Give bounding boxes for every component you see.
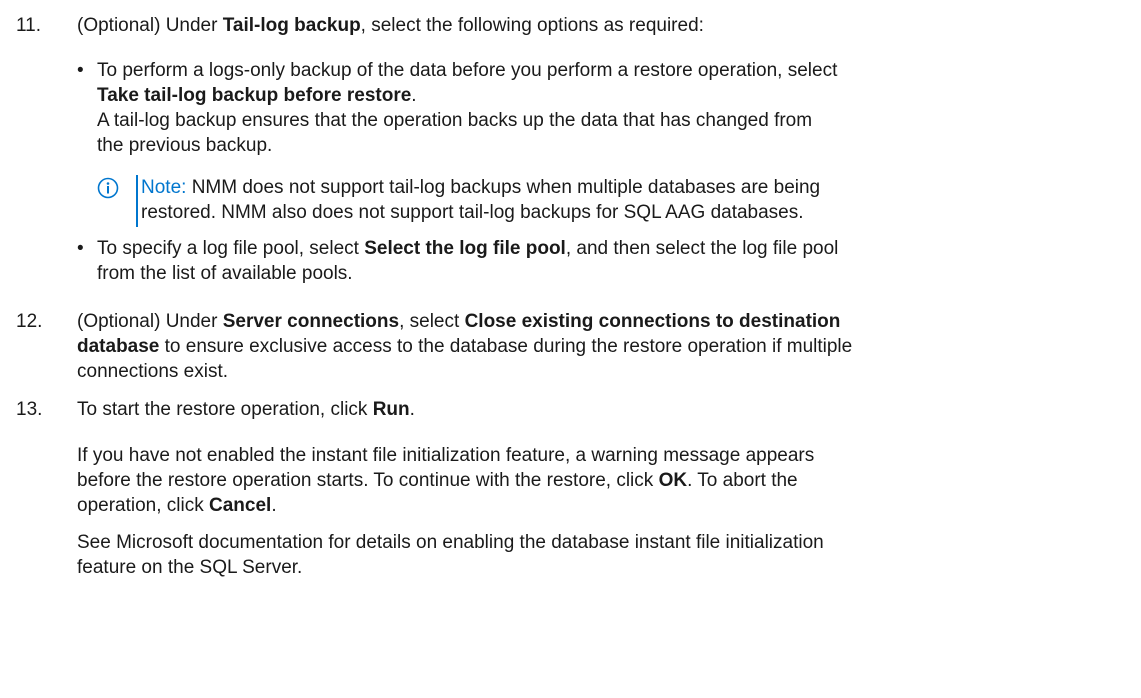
paragraph-see-also: See Microsoft documentation for details … xyxy=(77,530,1141,580)
paragraph-line: If you have not enabled the instant file… xyxy=(77,445,815,466)
text: , select xyxy=(399,311,465,332)
step-number: 11. xyxy=(16,15,42,36)
button-name: Run xyxy=(372,399,410,420)
step-line: (Optional) Under Server connections, sel… xyxy=(77,309,1141,334)
text: To specify a log file pool, select xyxy=(97,238,365,259)
bullet-text: To perform a logs-only backup of the dat… xyxy=(97,58,1141,158)
bullet-line: To perform a logs-only backup of the dat… xyxy=(97,60,838,81)
note-text: Note: NMM does not support tail-log back… xyxy=(141,175,1141,225)
text: to ensure exclusive access to the databa… xyxy=(159,336,853,357)
text: (Optional) Under xyxy=(77,311,223,332)
text: To start the restore operation, click xyxy=(77,399,373,420)
bullet-marker: • xyxy=(77,60,84,81)
text: . xyxy=(271,495,277,516)
note-line-text: NMM does not support tail-log backups wh… xyxy=(186,177,821,198)
bullet-text: To specify a log file pool, select Selec… xyxy=(97,236,1141,286)
note-callout: Note: NMM does not support tail-log back… xyxy=(97,175,1141,227)
bullet-line: A tail-log backup ensures that the opera… xyxy=(97,110,813,131)
step-line: connections exist. xyxy=(77,361,229,382)
note-label: Note: xyxy=(141,177,187,198)
bullet-line: the previous backup. xyxy=(97,135,273,156)
text: operation, click xyxy=(77,495,210,516)
step-line: database to ensure exclusive access to t… xyxy=(77,334,1141,359)
paragraph-line: operation, click Cancel. xyxy=(77,493,1141,518)
text: . To abort the xyxy=(687,470,798,491)
paragraph-warning: If you have not enabled the instant file… xyxy=(77,443,1141,518)
bullet-marker: • xyxy=(77,238,84,259)
step-number: 12. xyxy=(16,311,43,332)
paragraph-line: before the restore operation starts. To … xyxy=(77,468,1141,493)
step-text-suffix: , select the following options as requir… xyxy=(360,15,704,36)
text: . xyxy=(409,399,415,420)
step-text-prefix: (Optional) Under xyxy=(77,15,223,36)
step-text: (Optional) Under Tail-log backup, select… xyxy=(77,13,1141,38)
info-circle-icon xyxy=(97,177,119,199)
bullet-line: To specify a log file pool, select Selec… xyxy=(97,236,1141,261)
step-number: 13. xyxy=(16,399,43,420)
option-name: Select the log file pool xyxy=(364,238,566,259)
button-name: Cancel xyxy=(209,495,272,516)
option-name-cont: database xyxy=(77,336,160,357)
button-name: OK xyxy=(658,470,688,491)
bullet-line: from the list of available pools. xyxy=(97,263,353,284)
step-text: To start the restore operation, click Ru… xyxy=(77,397,1141,422)
note-divider xyxy=(136,175,138,227)
section-name: Server connections xyxy=(222,311,400,332)
note-line: restored. NMM also does not support tail… xyxy=(141,202,804,223)
step-text-bold: Tail-log backup xyxy=(222,15,361,36)
text: before the restore operation starts. To … xyxy=(77,470,659,491)
option-name: Close existing connections to destinatio… xyxy=(464,311,841,332)
option-name: Take tail-log backup before restore xyxy=(97,85,412,106)
document-page: 11. (Optional) Under Tail-log backup, se… xyxy=(0,0,1141,698)
paragraph-line: feature on the SQL Server. xyxy=(77,557,303,578)
punctuation: . xyxy=(411,85,417,106)
paragraph-line: See Microsoft documentation for details … xyxy=(77,532,824,553)
note-line: Note: NMM does not support tail-log back… xyxy=(141,175,1141,200)
bullet-line: Take tail-log backup before restore. xyxy=(97,83,1141,108)
text: , and then select the log file pool xyxy=(565,238,839,259)
step-text: (Optional) Under Server connections, sel… xyxy=(77,309,1141,384)
